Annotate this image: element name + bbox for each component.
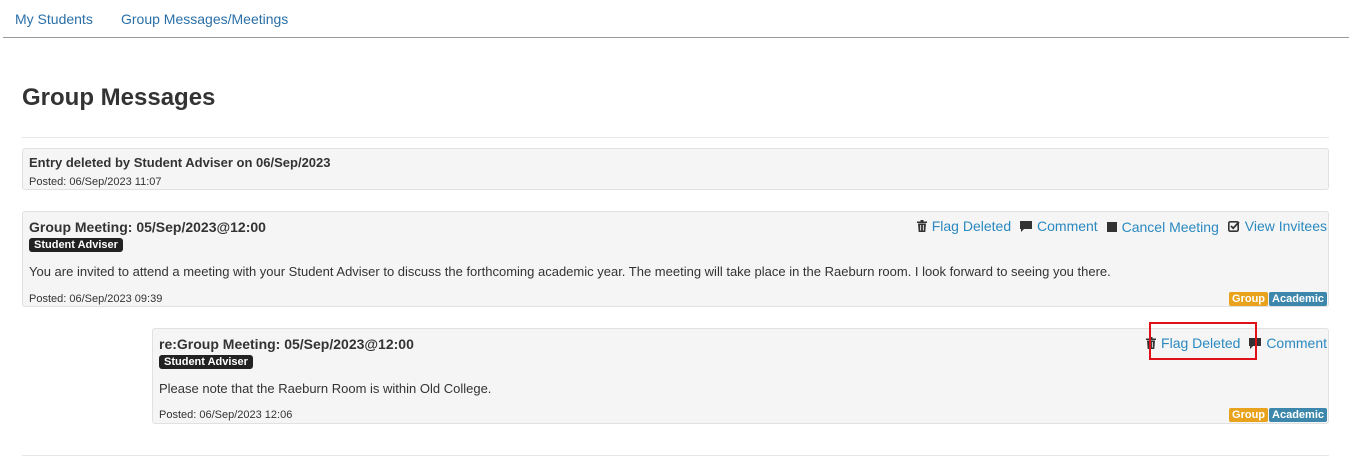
posted-timestamp: Posted: 06/Sep/2023 09:39 xyxy=(29,293,163,305)
tag-academic: Academic xyxy=(1269,408,1327,422)
stop-icon xyxy=(1106,222,1117,232)
comment-icon xyxy=(1020,221,1033,232)
tag-group: Group xyxy=(1229,292,1269,306)
comment-link[interactable]: Comment xyxy=(1249,335,1327,351)
highlight-box xyxy=(1149,322,1257,360)
divider xyxy=(22,455,1329,456)
tab-group-messages-meetings[interactable]: Group Messages/Meetings xyxy=(121,11,288,27)
comment-label: Comment xyxy=(1266,335,1327,351)
deleted-entry-card: Entry deleted by Student Adviser on 06/S… xyxy=(22,148,1329,190)
reply-body: Please note that the Raeburn Room is wit… xyxy=(159,381,492,396)
tag-academic: Academic xyxy=(1269,292,1327,306)
trash-icon xyxy=(916,220,927,232)
page-title: Group Messages xyxy=(22,84,216,111)
view-invitees-label: View Invitees xyxy=(1244,218,1327,234)
tag-list: Group Academic xyxy=(1229,408,1327,422)
tag-group: Group xyxy=(1229,408,1269,422)
top-nav: My Students Group Messages/Meetings xyxy=(3,0,1349,38)
cancel-meeting-link[interactable]: Cancel Meeting xyxy=(1106,219,1219,235)
meeting-card: Group Meeting: 05/Sep/2023@12:00 Student… xyxy=(22,211,1329,307)
meeting-actions: Flag Deleted Comment Cancel Meeting View… xyxy=(916,218,1327,235)
meeting-title: Group Meeting: 05/Sep/2023@12:00 xyxy=(29,219,266,235)
posted-timestamp: Posted: 06/Sep/2023 12:06 xyxy=(159,409,293,421)
comment-label: Comment xyxy=(1037,218,1098,234)
checkbox-check-icon xyxy=(1227,220,1240,232)
view-invitees-link[interactable]: View Invitees xyxy=(1227,218,1327,234)
cancel-meeting-label: Cancel Meeting xyxy=(1121,219,1219,235)
reply-title: re:Group Meeting: 05/Sep/2023@12:00 xyxy=(159,336,414,352)
role-badge: Student Adviser xyxy=(29,238,123,252)
flag-deleted-label: Flag Deleted xyxy=(931,218,1012,234)
posted-timestamp: Posted: 06/Sep/2023 11:07 xyxy=(29,176,162,188)
meeting-body: You are invited to attend a meeting with… xyxy=(29,264,1111,279)
tag-list: Group Academic xyxy=(1229,292,1327,306)
flag-deleted-link[interactable]: Flag Deleted xyxy=(916,218,1012,234)
divider xyxy=(22,137,1329,138)
role-badge: Student Adviser xyxy=(159,355,253,369)
deleted-entry-title: Entry deleted by Student Adviser on 06/S… xyxy=(29,155,331,170)
tab-my-students[interactable]: My Students xyxy=(15,11,93,27)
comment-link[interactable]: Comment xyxy=(1020,218,1098,234)
